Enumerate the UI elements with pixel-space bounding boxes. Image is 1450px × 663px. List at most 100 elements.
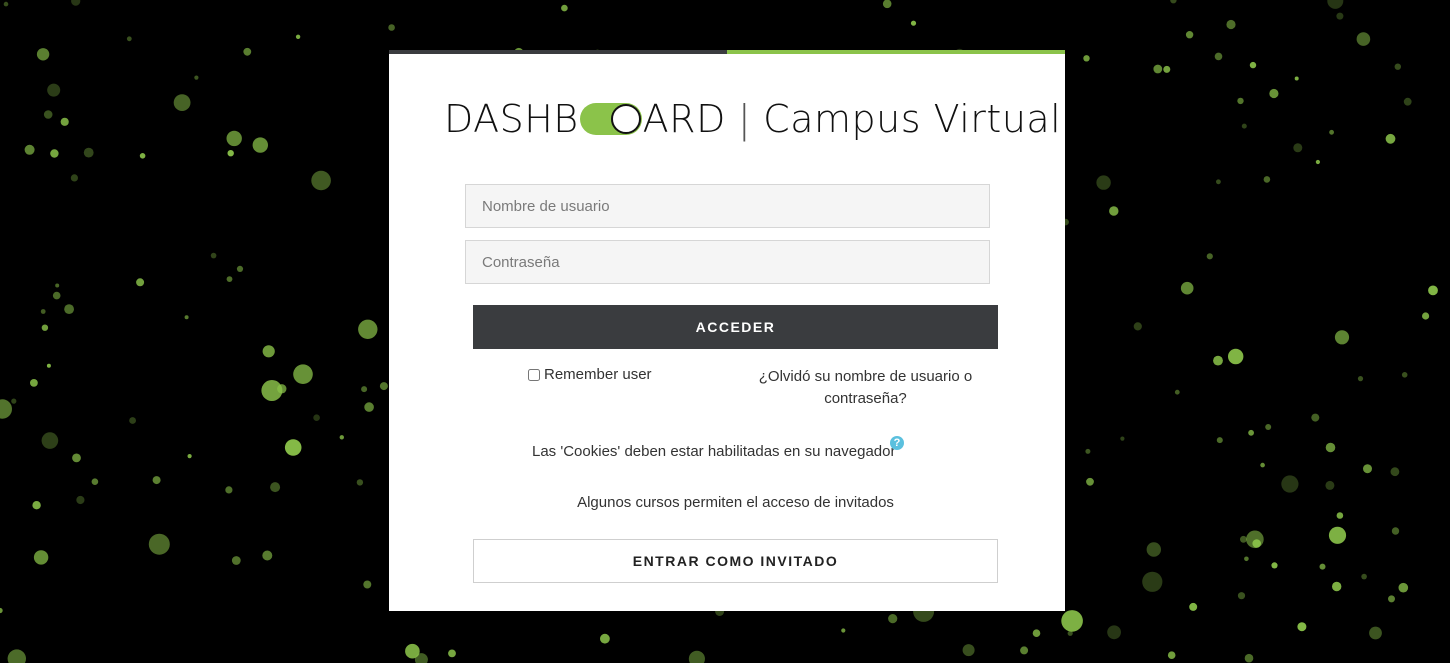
- particle: [1328, 526, 1347, 544]
- particle: [1237, 97, 1244, 105]
- remember-user-checkbox[interactable]: [528, 368, 540, 381]
- particle: [226, 130, 242, 147]
- particle: [1214, 52, 1223, 61]
- particle: [1083, 55, 1090, 62]
- particle: [1334, 330, 1350, 345]
- particle: [361, 386, 368, 393]
- remember-user[interactable]: Remember user: [528, 366, 652, 383]
- particle: [1189, 602, 1198, 611]
- cookies-notice: Las 'Cookies' deben estar habilitadas en…: [532, 443, 896, 460]
- logo-subtitle: Campus Virtual: [763, 97, 1062, 141]
- particle: [1325, 480, 1335, 490]
- particle: [1336, 12, 1344, 20]
- particle: [1293, 143, 1303, 153]
- particle: [226, 276, 233, 282]
- particle: [1398, 582, 1409, 593]
- particle: [0, 399, 12, 419]
- logo-brand-start: DASHB: [444, 97, 579, 141]
- particle: [252, 137, 268, 153]
- login-button[interactable]: ACCEDER: [473, 305, 998, 349]
- particle: [1391, 527, 1400, 535]
- particle: [60, 117, 69, 126]
- particle: [36, 48, 50, 61]
- particle: [24, 144, 35, 155]
- particle: [1096, 175, 1111, 190]
- particle: [1180, 281, 1194, 295]
- particle: [841, 628, 846, 633]
- particle: [295, 34, 301, 39]
- particle: [210, 252, 217, 259]
- particle: [1206, 253, 1213, 260]
- particle: [187, 454, 192, 459]
- particle: [284, 439, 302, 456]
- particle: [364, 402, 374, 412]
- particle: [64, 304, 74, 314]
- particle: [1315, 159, 1320, 165]
- particle: [55, 283, 60, 288]
- particle: [1020, 646, 1029, 655]
- particle: [1146, 542, 1162, 557]
- particle: [277, 384, 287, 394]
- particle: [1133, 322, 1142, 331]
- particle: [41, 324, 49, 331]
- particle: [1260, 462, 1265, 468]
- particle: [1085, 448, 1091, 454]
- question-circle-icon[interactable]: ?: [890, 436, 904, 450]
- particle: [405, 643, 420, 659]
- login-card: DASHB ARD | Campus Virtual ACCEDER Remem…: [389, 54, 1065, 611]
- particle: [1388, 595, 1395, 603]
- particle: [1244, 556, 1249, 562]
- particle: [561, 4, 568, 12]
- particle: [1249, 61, 1257, 69]
- particle: [262, 345, 275, 358]
- particle: [1263, 176, 1271, 183]
- particle: [91, 478, 99, 486]
- particle: [1363, 464, 1372, 474]
- particle: [1061, 610, 1083, 632]
- particle: [358, 319, 378, 339]
- particle: [1248, 429, 1254, 436]
- logo-brand-end: ARD: [642, 97, 726, 141]
- particle: [1332, 581, 1342, 592]
- particle: [388, 24, 395, 31]
- particle: [1311, 413, 1320, 422]
- particle: [1237, 592, 1246, 600]
- particle: [1240, 535, 1247, 543]
- particle: [47, 83, 61, 97]
- particle: [1174, 389, 1180, 395]
- particle: [313, 414, 320, 422]
- particle: [1032, 629, 1041, 637]
- particle: [50, 149, 59, 158]
- particle: [1244, 653, 1254, 663]
- particle: [688, 650, 705, 663]
- particle: [379, 382, 388, 391]
- logo-separator: |: [737, 97, 752, 141]
- particle: [1385, 133, 1396, 144]
- password-input[interactable]: [465, 240, 990, 284]
- particle: [52, 291, 61, 300]
- particle: [136, 278, 145, 287]
- forgot-credentials-link[interactable]: ¿Olvidó su nombre de usuario o contraseñ…: [749, 366, 982, 410]
- particle: [227, 150, 234, 157]
- particle: [70, 174, 78, 182]
- particle: [1394, 63, 1402, 70]
- particle: [129, 417, 137, 424]
- particle: [888, 614, 898, 624]
- particle: [882, 0, 892, 9]
- guest-login-button[interactable]: ENTRAR COMO INVITADO: [473, 539, 998, 583]
- guest-access-note: Algunos cursos permiten el acceso de inv…: [577, 494, 894, 511]
- particle: [1297, 622, 1307, 632]
- username-input[interactable]: [465, 184, 990, 228]
- particle: [231, 556, 241, 565]
- particle: [1403, 97, 1412, 106]
- particle: [3, 1, 9, 7]
- particle: [30, 379, 38, 387]
- particle: [1422, 312, 1430, 320]
- particle: [356, 479, 364, 486]
- particle: [1216, 179, 1221, 185]
- particle: [236, 265, 244, 272]
- particle: [184, 315, 189, 320]
- particle: [76, 495, 85, 505]
- particle: [363, 580, 372, 589]
- particle: [1327, 0, 1344, 9]
